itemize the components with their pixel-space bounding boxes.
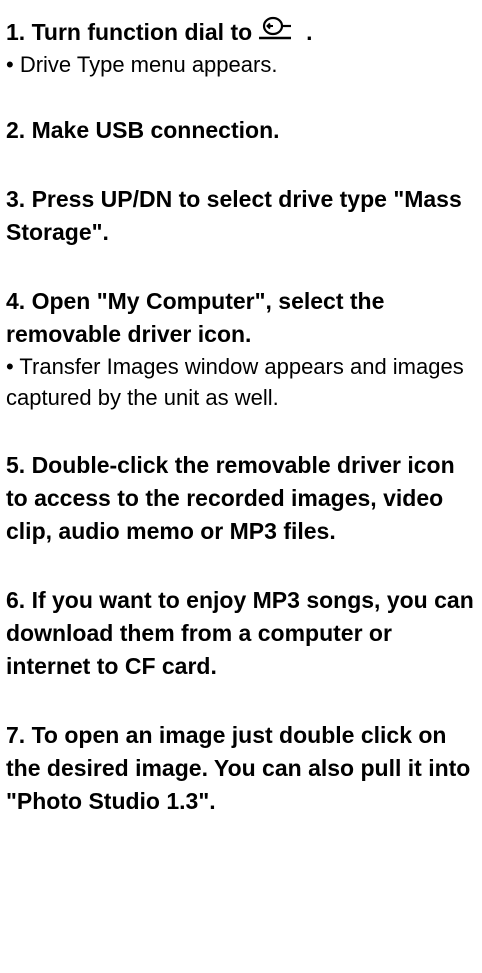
step-3-title: 3. Press UP/DN to select drive type "Mas… [6,186,462,245]
step-5-title: 5. Double-click the removable driver ico… [6,452,455,544]
step-1: 1. Turn function dial to . • Drive Type … [6,16,476,80]
step-2-title: 2. Make USB connection. [6,117,280,143]
step-1-title: 1. Turn function dial to . [6,16,476,49]
usb-connection-icon [259,16,292,40]
step-4: 4. Open "My Computer", select the remova… [6,285,476,413]
step-6: 6. If you want to enjoy MP3 songs, you c… [6,584,476,683]
step-3: 3. Press UP/DN to select drive type "Mas… [6,183,476,249]
step-7-title: 7. To open an image just double click on… [6,722,471,814]
step-1-note: • Drive Type menu appears. [6,52,278,77]
step-1-title-text: 1. Turn function dial to [6,19,253,45]
step-2: 2. Make USB connection. [6,114,476,147]
step-4-title: 4. Open "My Computer", select the remova… [6,288,385,347]
step-6-title: 6. If you want to enjoy MP3 songs, you c… [6,587,474,679]
step-4-note: • Transfer Images window appears and ima… [6,354,464,410]
step-5: 5. Double-click the removable driver ico… [6,449,476,548]
instruction-page: 1. Turn function dial to . • Drive Type … [0,0,482,973]
step-7: 7. To open an image just double click on… [6,719,476,818]
step-1-title-period: . [306,19,313,45]
